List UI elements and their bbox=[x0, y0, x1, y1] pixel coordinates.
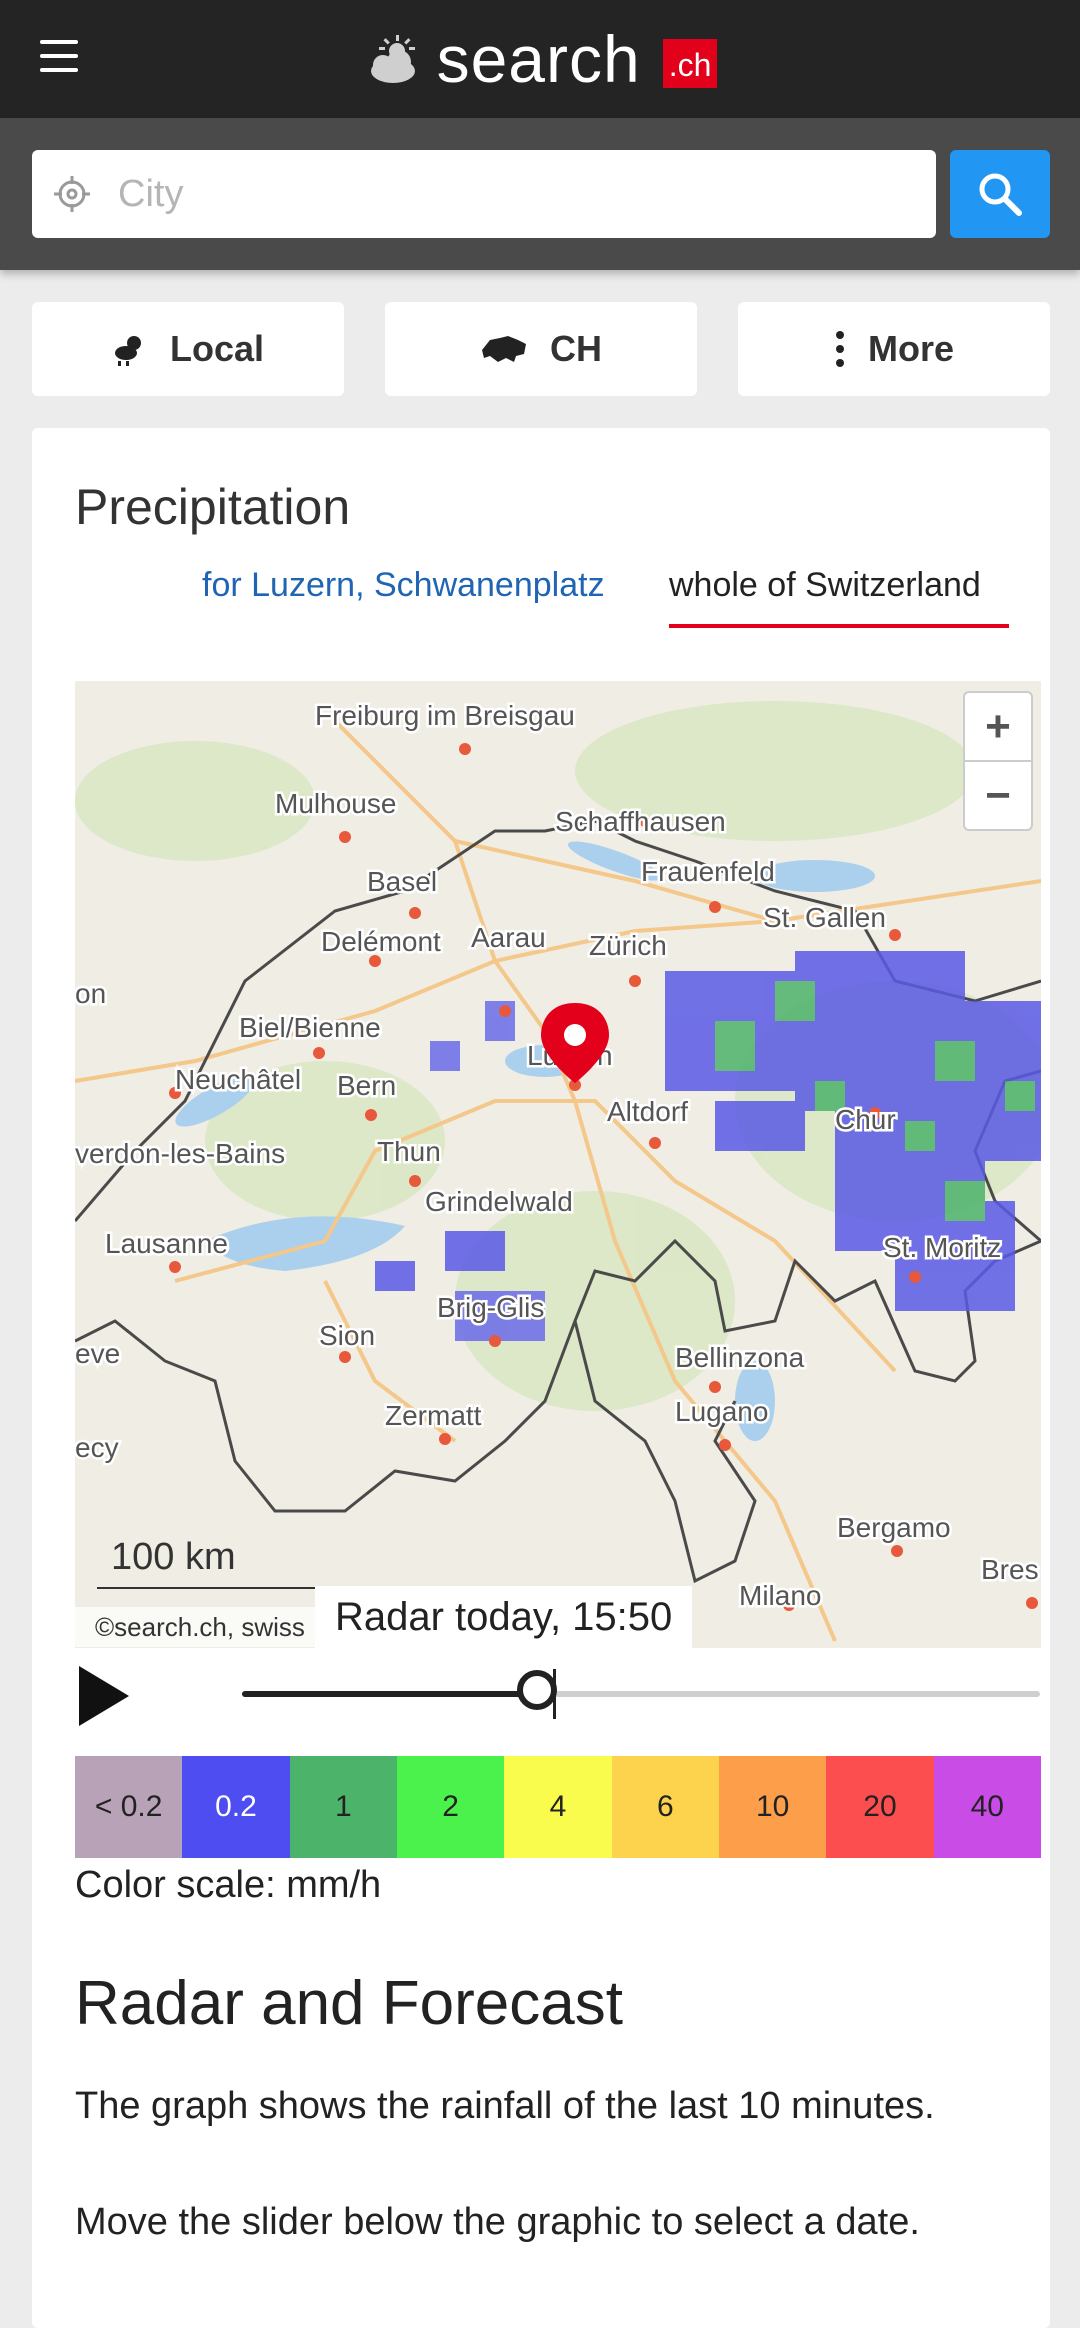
map-label: Grindelwald bbox=[425, 1186, 573, 1217]
more-label: More bbox=[867, 328, 954, 369]
time-slider-fill bbox=[242, 1691, 537, 1697]
precipitation-title: Precipitation bbox=[75, 479, 351, 535]
ch-button[interactable]: CH bbox=[385, 302, 697, 396]
map-label: on bbox=[75, 978, 106, 1009]
color-scale: < 0.2 0.2 1 2 4 6 10 20 40 bbox=[75, 1756, 1041, 1858]
map-label: Basel bbox=[367, 866, 437, 897]
map-label: Zermatt bbox=[385, 1400, 482, 1431]
map-label: verdon-les-Bains bbox=[75, 1138, 285, 1169]
map-label: Frauenfeld bbox=[641, 856, 775, 887]
locate-icon[interactable] bbox=[52, 174, 92, 214]
map-label: Bern bbox=[337, 1070, 396, 1101]
brand-wordmark: search bbox=[436, 22, 641, 96]
radar-map[interactable]: Freiburg im Breisgau Mulhouse Schaffhaus… bbox=[75, 681, 1041, 1648]
map-label: Zürich bbox=[589, 930, 667, 961]
radar-timestamp: Radar today, 15:50 bbox=[315, 1586, 693, 1648]
map-label: Freiburg im Breisgau bbox=[315, 700, 575, 731]
radar-forecast-title: Radar and Forecast bbox=[75, 1969, 623, 2038]
map-label: Bergamo bbox=[837, 1512, 951, 1543]
zoom-out-button[interactable]: − bbox=[965, 762, 1031, 829]
map-label: Chur bbox=[835, 1104, 896, 1135]
brand-suffix: .ch bbox=[662, 38, 718, 88]
search-icon bbox=[979, 173, 1022, 216]
map-scale-label: 100 km bbox=[111, 1536, 236, 1578]
ch-label: CH bbox=[550, 328, 602, 369]
map-label: St. Moritz bbox=[883, 1232, 1001, 1263]
map-label: Bellinzona bbox=[675, 1342, 805, 1373]
color-scale-item: 20 bbox=[826, 1756, 934, 1858]
color-scale-caption: Color scale: mm/h bbox=[75, 1864, 382, 1906]
info-paragraph: Move the slider below the graphic to sel… bbox=[75, 2201, 920, 2243]
weather-logo-icon bbox=[370, 35, 415, 83]
time-slider-now-marker bbox=[553, 1669, 556, 1719]
map-label: Milano bbox=[739, 1580, 821, 1611]
color-scale-item: 40 bbox=[933, 1756, 1041, 1858]
local-label: Local bbox=[169, 328, 265, 369]
map-label: Mulhouse bbox=[275, 788, 396, 819]
color-scale-item: 4 bbox=[504, 1756, 612, 1858]
tab-local[interactable]: for Luzern, Schwanenplatz bbox=[202, 566, 605, 605]
precipitation-card: Precipitation for Luzern, Schwanenplatz … bbox=[32, 428, 1050, 2328]
map-label: Brig-Glis bbox=[437, 1292, 544, 1323]
time-slider[interactable] bbox=[242, 1669, 1040, 1719]
map-label: Bres bbox=[981, 1554, 1039, 1585]
map-label: Neuchâtel bbox=[175, 1064, 301, 1095]
map-label: Lugano bbox=[675, 1396, 768, 1427]
info-paragraph: The graph shows the rainfall of the last… bbox=[75, 2085, 935, 2127]
local-weather-icon bbox=[114, 336, 141, 366]
zoom-in-button[interactable]: + bbox=[965, 693, 1031, 762]
map-attribution[interactable]: ©search.ch, swiss bbox=[75, 1607, 325, 1647]
city-search-field bbox=[32, 150, 936, 238]
local-button[interactable]: Local bbox=[32, 302, 344, 396]
section-nav: Local CH More bbox=[32, 302, 1050, 396]
map-label: Biel/Bienne bbox=[239, 1012, 381, 1043]
city-input[interactable] bbox=[116, 171, 900, 217]
map-label: Delémont bbox=[321, 926, 441, 957]
switzerland-icon bbox=[482, 336, 526, 362]
play-icon[interactable] bbox=[75, 1664, 135, 1728]
map-label: Thun bbox=[377, 1136, 441, 1167]
brand-logo[interactable]: search .ch bbox=[363, 26, 718, 92]
color-scale-item: 2 bbox=[396, 1756, 505, 1858]
map-label: ecy bbox=[75, 1432, 119, 1463]
top-bar: search .ch bbox=[0, 0, 1080, 118]
color-scale-item: 10 bbox=[718, 1756, 827, 1858]
more-vertical-icon bbox=[835, 331, 844, 367]
tab-switzerland[interactable]: whole of Switzerland bbox=[669, 566, 981, 605]
map-label: eve bbox=[75, 1338, 120, 1369]
menu-icon[interactable] bbox=[40, 40, 78, 74]
map-label: Altdorf bbox=[607, 1096, 688, 1127]
map-label: Schaffhausen bbox=[555, 806, 726, 837]
map-label: Sion bbox=[319, 1320, 375, 1351]
search-bar bbox=[0, 118, 1080, 270]
more-button[interactable]: More bbox=[738, 302, 1050, 396]
color-scale-item: 1 bbox=[289, 1756, 397, 1858]
search-button[interactable] bbox=[950, 150, 1050, 238]
map-label: Aarau bbox=[471, 922, 546, 953]
active-tab-indicator bbox=[669, 624, 1009, 628]
color-scale-item: < 0.2 bbox=[75, 1756, 183, 1858]
map-label: St. Gallen bbox=[763, 902, 886, 933]
time-slider-thumb[interactable] bbox=[517, 1670, 557, 1710]
map-base: Freiburg im Breisgau Mulhouse Schaffhaus… bbox=[75, 681, 1041, 1648]
color-scale-item: 0.2 bbox=[182, 1756, 290, 1858]
color-scale-item: 6 bbox=[611, 1756, 719, 1858]
zoom-control: + − bbox=[963, 691, 1033, 831]
map-label: Lausanne bbox=[105, 1228, 228, 1259]
